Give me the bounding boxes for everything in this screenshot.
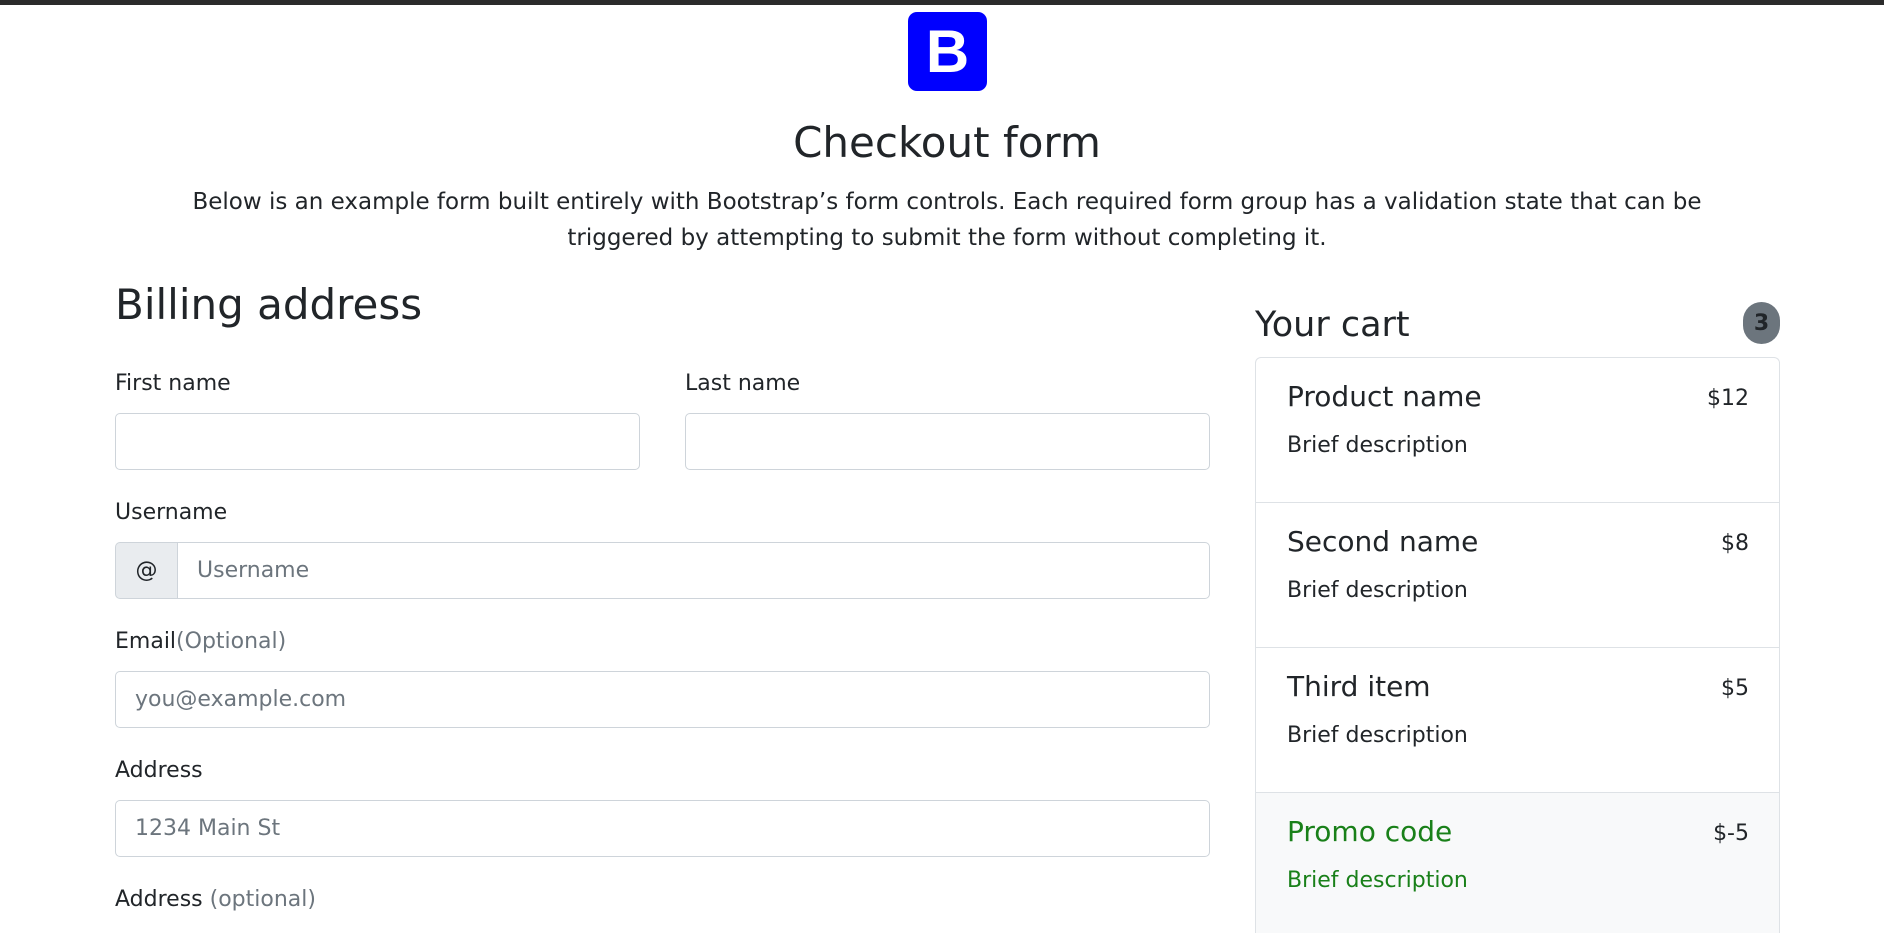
email-label: Email(Optional) xyxy=(115,631,286,653)
username-label: Username xyxy=(115,500,228,525)
cart-item-price: $12 xyxy=(1707,386,1749,411)
window-top-border xyxy=(0,0,1884,5)
billing-address-heading: Billing address xyxy=(115,280,423,329)
email-input[interactable] xyxy=(115,671,1210,728)
promo-code-price: $-5 xyxy=(1713,821,1749,846)
cart-item-name: Third item xyxy=(1287,670,1431,703)
cart-count-badge: 3 xyxy=(1743,302,1780,344)
address-input[interactable] xyxy=(115,800,1210,857)
first-name-input[interactable] xyxy=(115,413,640,470)
last-name-label: Last name xyxy=(685,371,801,396)
your-cart-heading: Your cart xyxy=(1255,305,1410,345)
first-name-label: First name xyxy=(115,371,231,396)
cart-item-price: $8 xyxy=(1721,531,1749,556)
address2-label: Address (optional) xyxy=(115,889,316,911)
cart-item: Third item Brief description $5 xyxy=(1256,648,1779,793)
address2-label-text: Address xyxy=(115,887,203,912)
cart-item-description: Brief description xyxy=(1287,578,1468,603)
promo-code-item: Promo code Brief description $-5 xyxy=(1256,793,1779,933)
cart-item-name: Second name xyxy=(1287,525,1479,558)
username-at-prefix: @ xyxy=(115,542,177,599)
cart-item-name: Product name xyxy=(1287,380,1482,413)
address2-optional-text: (optional) xyxy=(202,887,316,912)
promo-code-description: Brief description xyxy=(1287,868,1468,893)
cart-item-price: $5 xyxy=(1721,676,1749,701)
logo-letter: B xyxy=(925,17,970,85)
page-title: Checkout form xyxy=(793,118,1101,167)
promo-code-name: Promo code xyxy=(1287,815,1453,848)
last-name-input[interactable] xyxy=(685,413,1210,470)
cart-item-description: Brief description xyxy=(1287,433,1468,458)
cart-item: Second name Brief description $8 xyxy=(1256,503,1779,648)
address-label: Address xyxy=(115,758,203,783)
cart-list: Product name Brief description $12 Secon… xyxy=(1255,357,1780,933)
cart-item: Product name Brief description $12 xyxy=(1256,358,1779,503)
username-input[interactable] xyxy=(177,542,1210,599)
email-label-text: Email xyxy=(115,629,177,654)
bootstrap-logo: B xyxy=(908,12,987,91)
email-optional-text: (Optional) xyxy=(176,629,287,654)
page-lead: Below is an example form built entirely … xyxy=(192,189,1702,251)
cart-item-description: Brief description xyxy=(1287,723,1468,748)
